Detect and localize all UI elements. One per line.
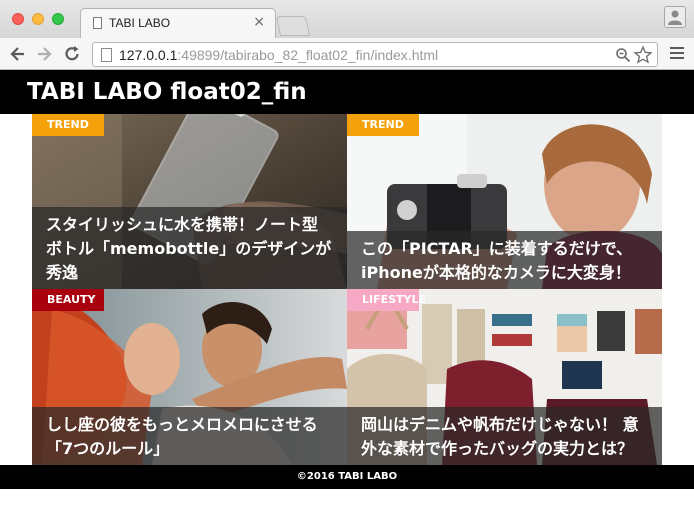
arrow-right-icon bbox=[38, 47, 52, 61]
article-title[interactable]: 岡山はデニムや帆布だけじゃない！ 意外な素材で作ったバッグの実力とは？ bbox=[347, 407, 662, 465]
article-card[interactable]: LIFESTYLE 岡山はデニムや帆布だけじゃない！ 意外な素材で作ったバッグの… bbox=[347, 289, 662, 465]
minimize-window-button[interactable] bbox=[32, 13, 44, 25]
category-badge: TREND bbox=[347, 114, 419, 136]
zoom-window-button[interactable] bbox=[52, 13, 64, 25]
url-host: 127.0.0.1 bbox=[119, 47, 178, 63]
browser-tab[interactable]: TABI LABO × bbox=[80, 8, 276, 38]
profile-button[interactable] bbox=[664, 6, 686, 28]
new-tab-button[interactable] bbox=[275, 16, 311, 36]
site-title[interactable]: TABI LABO float02_fin bbox=[27, 79, 307, 105]
address-bar[interactable]: 127.0.0.1:49899/tabirabo_82_float02_fin/… bbox=[92, 42, 658, 67]
person-icon bbox=[668, 10, 682, 25]
close-window-button[interactable] bbox=[12, 13, 24, 25]
menu-icon[interactable] bbox=[670, 47, 684, 61]
forward-button[interactable] bbox=[34, 44, 54, 64]
browser-toolbar: 127.0.0.1:49899/tabirabo_82_float02_fin/… bbox=[0, 38, 694, 70]
reload-button[interactable] bbox=[62, 44, 82, 64]
article-title[interactable]: しし座の彼をもっとメロメロにさせる「7つのルール」 bbox=[32, 407, 347, 465]
category-badge: BEAUTY bbox=[32, 289, 104, 311]
document-icon bbox=[101, 48, 112, 62]
category-badge: TREND bbox=[32, 114, 104, 136]
article-card[interactable]: BEAUTY しし座の彼をもっとメロメロにさせる「7つのルール」 bbox=[32, 289, 347, 465]
article-card[interactable]: TREND スタイリッシュに水を携帯！ノート型ボトル「memobottle」のデ… bbox=[32, 114, 347, 289]
reload-icon bbox=[65, 46, 79, 61]
tab-close-icon[interactable]: × bbox=[253, 14, 265, 30]
article-title[interactable]: この「PICTAR」に装着するだけで、iPhoneが本格的なカメラに大変身！ bbox=[347, 231, 662, 289]
url-path: :49899/tabirabo_82_float02_fin/index.htm… bbox=[177, 47, 439, 63]
site-footer: ©2016 TABI LABO bbox=[0, 465, 694, 489]
page-icon bbox=[93, 17, 102, 29]
category-badge: LIFESTYLE bbox=[347, 289, 426, 311]
site-header: TABI LABO float02_fin bbox=[0, 70, 694, 114]
tab-title: TABI LABO bbox=[109, 16, 171, 30]
back-button[interactable] bbox=[8, 44, 28, 64]
article-title[interactable]: スタイリッシュに水を携帯！ノート型ボトル「memobottle」のデザインが秀逸 bbox=[32, 207, 347, 289]
article-grid: TREND スタイリッシュに水を携帯！ノート型ボトル「memobottle」のデ… bbox=[32, 114, 662, 465]
bookmark-star-icon[interactable] bbox=[633, 45, 653, 65]
zoom-icon[interactable] bbox=[615, 47, 631, 63]
url-text[interactable]: 127.0.0.1:49899/tabirabo_82_float02_fin/… bbox=[119, 47, 438, 63]
article-card[interactable]: TREND この「PICTAR」に装着するだけで、iPhoneが本格的なカメラに… bbox=[347, 114, 662, 289]
browser-titlebar: TABI LABO × bbox=[0, 0, 694, 38]
arrow-left-icon bbox=[10, 47, 24, 61]
